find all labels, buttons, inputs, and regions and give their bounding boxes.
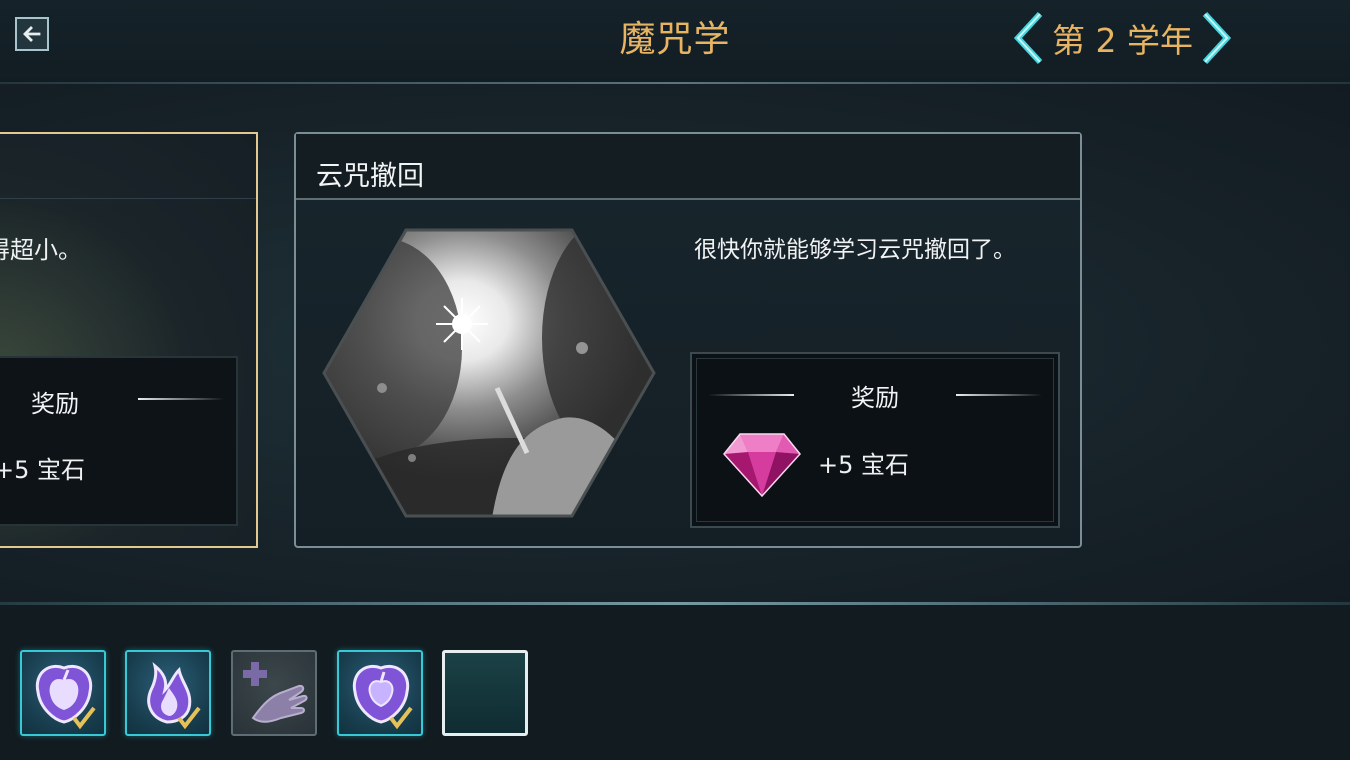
- wand-cloud-illustration: [322, 228, 656, 518]
- previous-reward-label: 奖励: [31, 390, 79, 418]
- reward-item: +5 宝石: [722, 426, 909, 498]
- reward-divider-line: [956, 394, 1042, 396]
- lesson-card-header: 云咒撤回: [296, 134, 1080, 200]
- lesson-title: 云咒撤回: [316, 161, 424, 192]
- apple-shield-icon: [35, 665, 96, 730]
- lesson-slot-1[interactable]: [20, 650, 106, 736]
- chevron-left-icon: [1013, 11, 1043, 65]
- previous-reward-text: +5 宝石: [0, 456, 86, 484]
- previous-lesson-card[interactable]: 变得超小。 奖励 +5 宝石: [0, 132, 258, 548]
- previous-reward-panel: 奖励 +5 宝石: [0, 356, 238, 526]
- next-year-button[interactable]: [1199, 10, 1233, 66]
- lesson-slot-5[interactable]: [442, 650, 528, 736]
- healing-hand-icon: [243, 662, 308, 723]
- year-selector: 第 2 学年: [1012, 10, 1233, 66]
- lesson-slot-2[interactable]: [125, 650, 211, 736]
- lesson-card[interactable]: 云咒撤回 很快你就能够学习云咒撤回了。 奖励 +5 宝石: [294, 132, 1082, 548]
- reward-text: +5 宝石: [818, 450, 910, 479]
- year-label: 第 2 学年: [1052, 21, 1193, 60]
- gem-icon: [723, 433, 801, 498]
- chevron-right-icon: [1202, 11, 1232, 65]
- previous-lesson-description: 变得超小。: [0, 236, 82, 264]
- flame-icon: [147, 662, 201, 730]
- top-bar: 魔咒学 第 2 学年: [0, 0, 1350, 84]
- lesson-slot-3[interactable]: [231, 650, 317, 736]
- lesson-slot-4[interactable]: [337, 650, 423, 736]
- lesson-description: 很快你就能够学习云咒撤回了。: [694, 237, 1016, 263]
- apple-shield-icon: [352, 665, 413, 730]
- prev-year-button[interactable]: [1012, 10, 1046, 66]
- reward-divider-line: [138, 398, 224, 400]
- reward-panel: 奖励 +5 宝石: [690, 352, 1060, 528]
- card-header-divider: [0, 198, 256, 199]
